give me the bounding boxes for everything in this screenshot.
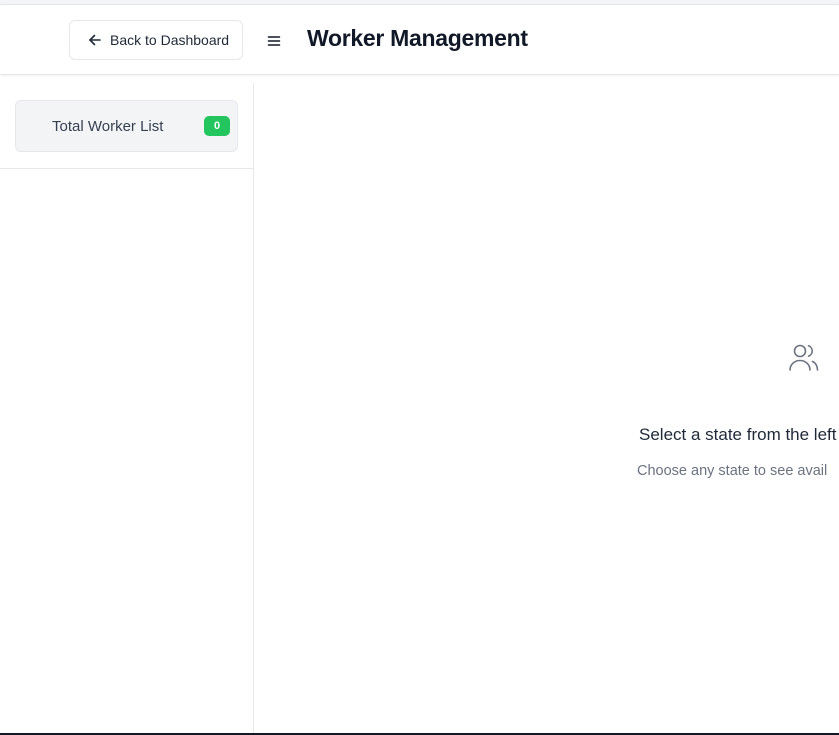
sidebar-item-label: Total Worker List <box>52 118 164 135</box>
back-to-dashboard-button[interactable]: Back to Dashboard <box>69 20 243 60</box>
empty-state-subtitle: Choose any state to see avail <box>637 463 828 479</box>
page-title: Worker Management <box>307 25 528 51</box>
arrow-left-icon <box>87 32 103 48</box>
page-header: Back to Dashboard Worker Management <box>0 5 839 75</box>
back-button-label: Back to Dashboard <box>110 32 230 48</box>
hamburger-menu-button[interactable] <box>262 29 286 53</box>
hamburger-menu-icon <box>267 31 281 52</box>
sidebar-item-total-worker-list[interactable]: Total Worker List 0 <box>15 100 238 152</box>
count-badge: 0 <box>204 116 230 136</box>
sidebar: Total Worker List 0 <box>0 83 254 735</box>
app-window: Back to Dashboard Worker Management Tota… <box>0 0 839 735</box>
users-icon <box>787 340 821 374</box>
main-content: Select a state from the left Choose any … <box>255 83 839 735</box>
empty-state-title: Select a state from the left <box>639 425 837 444</box>
sidebar-divider <box>0 168 253 169</box>
